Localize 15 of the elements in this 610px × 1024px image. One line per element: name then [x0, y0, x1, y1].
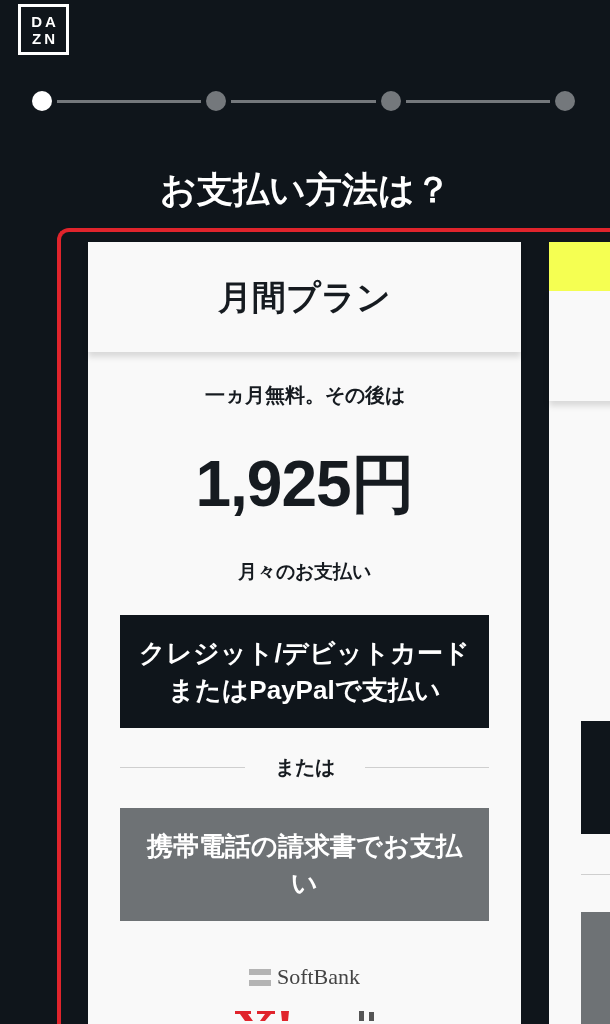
plan-card[interactable]: 月間プラン 一ヵ月無料。その後は 1,925円 月々のお支払い クレジット/デビットカードまたはPayPalで支払い または 携帯電話の請求書でお支払い SoftBank	[88, 242, 521, 1024]
billing-text: 月々のお支払い	[238, 560, 371, 584]
logo[interactable]: DA ZN	[18, 4, 69, 55]
payment-button[interactable]: クレジット/デビットカードまたはPayPalで支払い	[120, 615, 489, 728]
separator-text: または	[273, 755, 336, 780]
price-text: 1,925円	[195, 449, 414, 519]
logo-icon	[234, 1011, 375, 1021]
logo-text: ZN	[31, 29, 58, 47]
logo-text: DA	[30, 12, 59, 30]
payment-button[interactable]: 携帯電話の請求書でお支払い	[120, 808, 489, 921]
carrier-name: SoftBank	[276, 965, 361, 989]
offer-text: 一ヵ月無料。その後は	[204, 383, 405, 408]
page-title: お支払い方法は？	[158, 168, 452, 212]
logo-icon	[248, 968, 271, 986]
plan-title: 月間プラン	[218, 277, 391, 318]
